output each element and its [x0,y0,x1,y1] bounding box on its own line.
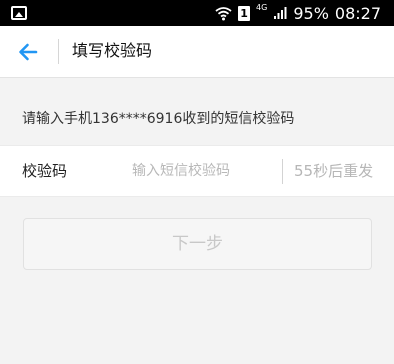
network-type: 4G [256,3,268,12]
wifi-icon [215,6,232,21]
resend-divider [282,159,283,184]
signal-icon [273,6,287,20]
resend-button[interactable]: 55秒后重发 [294,161,373,181]
battery-level: 95% [293,3,329,23]
page-title: 填写校验码 [72,41,153,60]
status-bar: 1 4G 95% 08:27 [0,0,394,26]
next-button[interactable]: 下一步 [23,218,372,270]
app-bar-divider [58,39,59,64]
gallery-icon [11,6,27,20]
sim-indicator: 1 [238,5,251,21]
verification-code-input[interactable] [118,154,273,188]
bottom-strip [0,342,394,364]
verification-code-row: 校验码 55秒后重发 [0,145,394,197]
verification-code-label: 校验码 [22,162,68,180]
status-indicators: 1 4G 95% 08:27 [215,0,381,26]
instruction-text: 请输入手机136****6916收到的短信校验码 [22,111,295,127]
app-bar: 填写校验码 [0,26,394,78]
back-button[interactable] [14,38,42,66]
status-time: 08:27 [334,3,381,23]
arrow-left-icon [14,38,42,66]
